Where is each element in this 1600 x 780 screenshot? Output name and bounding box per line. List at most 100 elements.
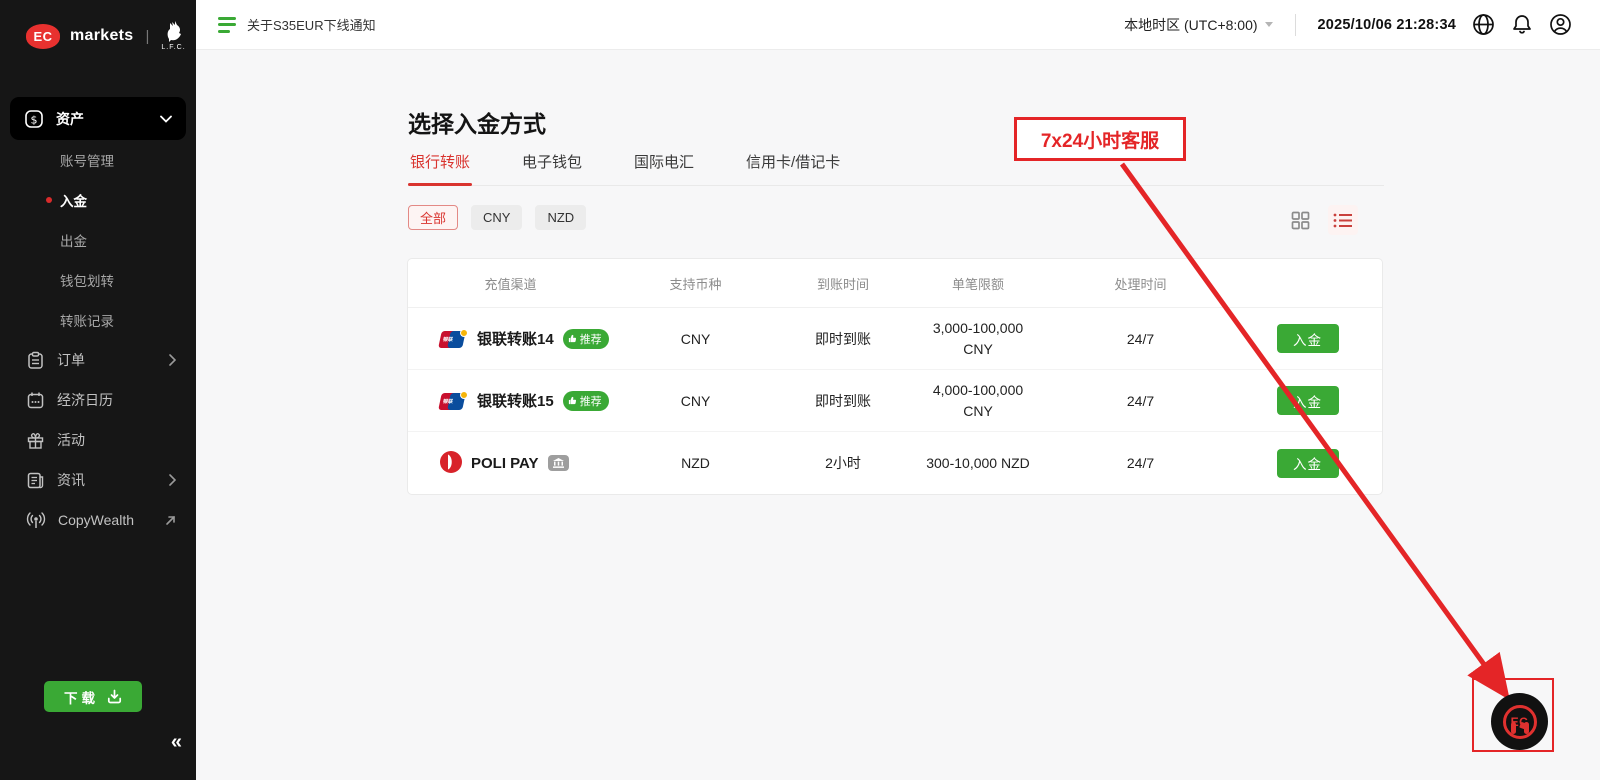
- limit-currency: CNY: [908, 401, 1048, 422]
- arrival-time: 2小时: [778, 453, 908, 473]
- currency-filters: 全部 CNY NZD: [408, 205, 586, 230]
- wallet-dollar-icon: $: [24, 109, 44, 129]
- notification-bell-icon[interactable]: [1511, 13, 1533, 36]
- groupitem-label: 资讯: [57, 470, 169, 490]
- sidebar-item-copywealth[interactable]: CopyWealth: [0, 500, 196, 540]
- chevron-right-icon: [169, 474, 176, 486]
- limit: 3,000-100,000CNY: [908, 318, 1048, 360]
- clipboard-icon: [26, 351, 45, 370]
- download-button[interactable]: 下载: [44, 681, 142, 712]
- col-header-channel: 充值渠道: [408, 274, 613, 293]
- logo-separator: |: [145, 28, 149, 45]
- processing-time: 24/7: [1048, 393, 1233, 409]
- tab-international-wire[interactable]: 国际电汇: [632, 141, 696, 185]
- sidebar-item-news[interactable]: 资讯: [0, 460, 196, 500]
- sidebar-item-transfer-history[interactable]: 转账记录: [0, 300, 196, 340]
- subitem-label: 入金: [60, 190, 87, 210]
- badge-label: 推荐: [580, 393, 602, 409]
- sidebar-item-orders[interactable]: 订单: [0, 340, 196, 380]
- user-account-icon[interactable]: [1549, 13, 1572, 36]
- channel-name: 银联转账15: [477, 390, 554, 411]
- tab-e-wallet[interactable]: 电子钱包: [520, 141, 584, 185]
- sidebar-item-deposit[interactable]: 入金: [0, 180, 196, 220]
- datetime-display: 2025/10/06 21:28:34: [1318, 17, 1456, 33]
- news-icon: [26, 471, 45, 490]
- deposit-button[interactable]: 入金: [1277, 449, 1339, 478]
- sidebar-group-label: 资产: [56, 109, 160, 129]
- processing-time: 24/7: [1048, 455, 1233, 471]
- ec-logo: EC: [26, 24, 60, 49]
- channel-name: POLI PAY: [471, 455, 539, 472]
- active-dot: [46, 197, 52, 203]
- table-row: POLI PAY NZD 2小时 300-10,000 NZD 24/7 入金: [408, 432, 1382, 494]
- unionpay-icon: 银联: [440, 391, 468, 411]
- sidebar-item-account-management[interactable]: 账号管理: [0, 140, 196, 180]
- limit-amount: 3,000-100,000: [908, 318, 1048, 339]
- sidebar: EC markets | L.F.C. $ 资产 账号管理 入金 出金 钱包划转…: [0, 0, 196, 780]
- topbar: 关于S35EUR下线通知 本地时区 (UTC+8:00) 2025/10/06 …: [196, 0, 1600, 50]
- language-globe-icon[interactable]: [1472, 13, 1495, 36]
- lfc-label: L.F.C.: [161, 44, 185, 51]
- chevron-down-icon: [160, 115, 172, 123]
- limit: 4,000-100,000CNY: [908, 380, 1048, 422]
- groupitem-label: 活动: [57, 430, 176, 450]
- customer-service-highlight-box: EC: [1472, 678, 1554, 752]
- processing-time: 24/7: [1048, 331, 1233, 347]
- limit: 300-10,000 NZD: [908, 455, 1048, 471]
- arrival-time: 即时到账: [778, 329, 908, 349]
- sidebar-item-wallet-transfer[interactable]: 钱包划转: [0, 260, 196, 300]
- poli-pay-icon: [440, 451, 462, 476]
- groupitem-label: CopyWealth: [58, 512, 165, 528]
- col-header-processing-time: 处理时间: [1048, 274, 1233, 293]
- sidebar-groupnav: 订单 经济日历 活动 资讯 CopyWealth: [0, 340, 196, 540]
- bank-icon: [553, 458, 564, 468]
- badge-label: 推荐: [580, 331, 602, 347]
- filter-nzd[interactable]: NZD: [535, 205, 586, 230]
- subitem-label: 钱包划转: [60, 270, 114, 290]
- brand-markets-label: markets: [70, 27, 133, 45]
- notice-text: 关于S35EUR下线通知: [247, 15, 376, 34]
- deposit-button[interactable]: 入金: [1277, 324, 1339, 353]
- supported-currency: CNY: [613, 331, 778, 347]
- table-row: 银联 银联转账15 推荐 CNY 即时到账 4,000-100,000CNY 2…: [408, 370, 1382, 432]
- sidebar-collapse-button[interactable]: «: [171, 731, 180, 754]
- arrival-time: 即时到账: [778, 391, 908, 411]
- bank-badge: [548, 455, 569, 471]
- sidebar-group-assets[interactable]: $ 资产: [10, 97, 186, 140]
- filter-all[interactable]: 全部: [408, 205, 458, 230]
- calendar-icon: [26, 391, 45, 410]
- subitem-label: 出金: [60, 230, 87, 250]
- sidebar-item-promotions[interactable]: 活动: [0, 420, 196, 460]
- announcement-menu-icon: [218, 17, 236, 33]
- broadcast-icon: [26, 511, 46, 530]
- deposit-method-tabs: 银行转账 电子钱包 国际电汇 信用卡/借记卡: [408, 141, 1384, 186]
- col-header-arrival-time: 到账时间: [778, 274, 908, 293]
- list-view-icon[interactable]: [1328, 205, 1358, 235]
- col-header-currency: 支持币种: [613, 274, 778, 293]
- tab-credit-debit-card[interactable]: 信用卡/借记卡: [744, 141, 842, 185]
- grid-view-icon[interactable]: [1285, 205, 1315, 235]
- table-row: 银联 银联转账14 推荐 CNY 即时到账 3,000-100,000CNY 2…: [408, 308, 1382, 370]
- deposit-button[interactable]: 入金: [1277, 386, 1339, 415]
- tab-bank-transfer[interactable]: 银行转账: [408, 141, 472, 185]
- groupitem-label: 经济日历: [57, 390, 176, 410]
- sidebar-item-withdraw[interactable]: 出金: [0, 220, 196, 260]
- page-title: 选择入金方式: [408, 105, 546, 139]
- annotation-label: 7x24小时客服: [1041, 126, 1159, 153]
- customer-service-button[interactable]: EC: [1491, 693, 1548, 750]
- table-header-row: 充值渠道 支持币种 到账时间 单笔限额 处理时间: [408, 259, 1382, 308]
- notice-banner[interactable]: 关于S35EUR下线通知: [218, 15, 376, 34]
- timezone-selector[interactable]: 本地时区 (UTC+8:00): [1124, 15, 1272, 35]
- external-link-icon: [165, 515, 176, 526]
- topbar-right: 本地时区 (UTC+8:00) 2025/10/06 21:28:34: [1124, 13, 1600, 36]
- divider: [1295, 14, 1296, 36]
- gift-icon: [26, 431, 45, 450]
- sidebar-subnav: 账号管理 入金 出金 钱包划转 转账记录: [0, 140, 196, 340]
- unionpay-icon: 银联: [440, 329, 468, 349]
- filter-cny[interactable]: CNY: [471, 205, 522, 230]
- col-header-limit: 单笔限额: [908, 274, 1048, 293]
- recommended-badge: 推荐: [563, 329, 609, 349]
- lfc-logo: L.F.C.: [161, 21, 185, 51]
- liver-bird-icon: [164, 21, 184, 43]
- sidebar-item-economic-calendar[interactable]: 经济日历: [0, 380, 196, 420]
